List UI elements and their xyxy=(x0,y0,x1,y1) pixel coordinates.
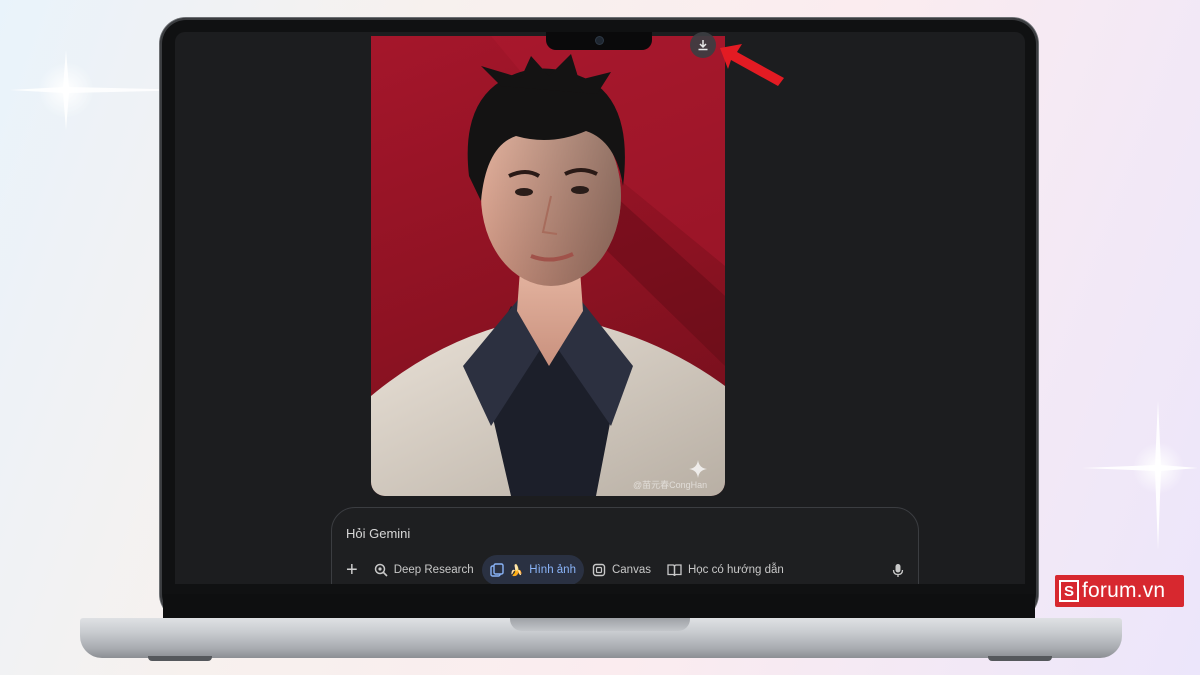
screen: @苗元春CongHan + Deep Research 🍌 Hình xyxy=(175,32,1025,584)
canvas-icon xyxy=(592,563,606,577)
prompt-input[interactable] xyxy=(346,522,866,544)
prompt-toolbar: + Deep Research 🍌 Hình ảnh Canvas Học có… xyxy=(338,554,912,584)
sforum-logo-mark: S xyxy=(1059,580,1079,602)
guided-learning-icon xyxy=(667,564,682,577)
microphone-icon xyxy=(892,563,904,577)
sparkle-decoration-right xyxy=(1082,400,1198,550)
portrait-illustration xyxy=(371,36,725,496)
image-watermark: @苗元春CongHan xyxy=(633,480,708,490)
image-icon xyxy=(489,563,504,577)
image-label: Hình ảnh xyxy=(529,564,576,576)
guided-learning-button[interactable]: Học có hướng dẫn xyxy=(659,555,792,584)
camera-icon xyxy=(596,37,603,44)
laptop-opening-notch xyxy=(510,618,690,631)
download-icon xyxy=(698,40,708,51)
camera-notch xyxy=(546,32,652,50)
generated-image[interactable]: @苗元春CongHan xyxy=(371,36,725,496)
canvas-label: Canvas xyxy=(611,564,651,576)
canvas-button[interactable]: Canvas xyxy=(584,555,659,584)
laptop-bezel-bottom xyxy=(163,594,1035,618)
annotation-arrow xyxy=(720,44,784,86)
deep-research-button[interactable]: Deep Research xyxy=(366,555,482,584)
plus-icon[interactable]: + xyxy=(338,555,366,584)
prompt-box: + Deep Research 🍌 Hình ảnh xyxy=(331,507,919,584)
laptop-foot xyxy=(988,656,1052,661)
image-button[interactable]: 🍌 Hình ảnh xyxy=(481,555,584,584)
sforum-logo: S forum.vn xyxy=(1055,575,1184,607)
deep-research-icon xyxy=(374,563,388,577)
laptop-base xyxy=(80,618,1122,658)
banana-emoji: 🍌 xyxy=(509,564,524,577)
microphone-button[interactable] xyxy=(884,555,912,584)
sforum-logo-text: forum.vn xyxy=(1082,579,1166,602)
guided-learning-label: Học có hướng dẫn xyxy=(687,564,784,576)
deep-research-label: Deep Research xyxy=(393,564,474,576)
laptop-foot xyxy=(148,656,212,661)
ai-sparkle-icon xyxy=(689,460,707,478)
